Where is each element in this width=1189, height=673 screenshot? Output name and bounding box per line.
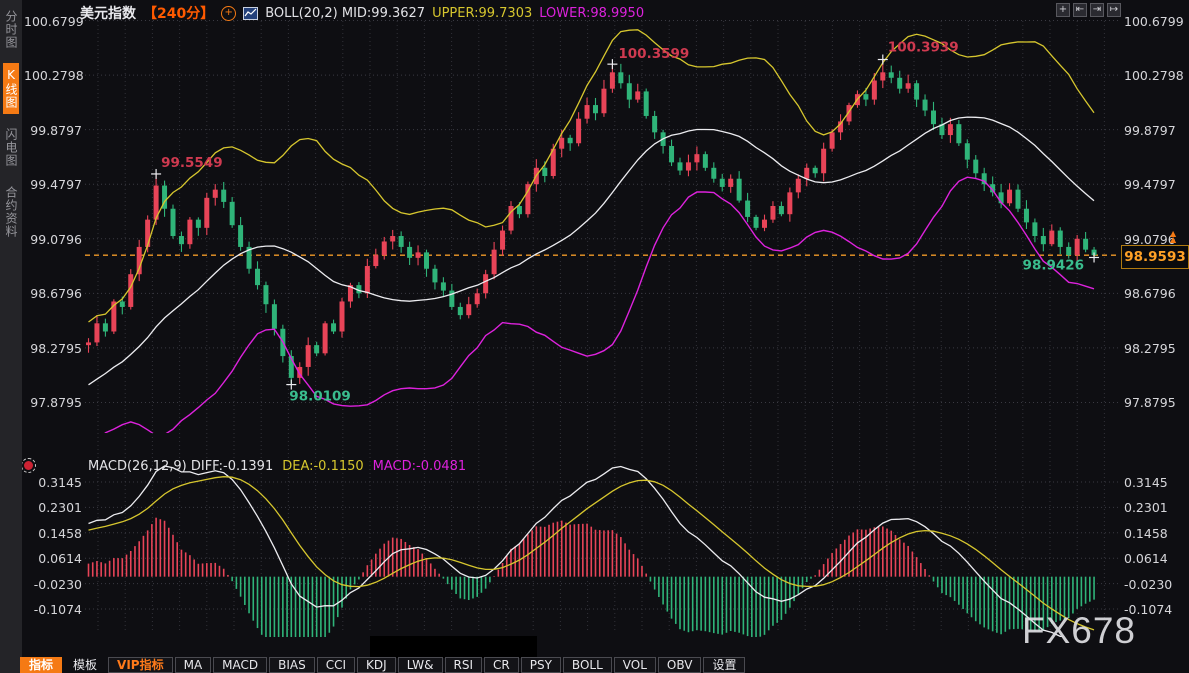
price-macd-chart[interactable]: 99.5549 100.3599 100.3939 98.0109 98.9426 (0, 0, 1189, 658)
toolbar-item-LW&[interactable]: LW& (398, 657, 443, 673)
axis-tick: 98.6796 (1124, 286, 1186, 301)
axis-tick: 99.8797 (24, 123, 82, 138)
axis-tick: 99.0796 (24, 232, 82, 247)
link-circle-icon[interactable]: + (221, 6, 236, 21)
toolbar-item-MA[interactable]: MA (175, 657, 212, 673)
toolbar-item-MACD[interactable]: MACD (213, 657, 267, 673)
axis-tick: 100.2798 (1124, 68, 1186, 83)
axis-tick: 0.0614 (1124, 551, 1186, 566)
toolbar-item-设置[interactable]: 设置 (703, 657, 745, 673)
zoom-in-x-button[interactable]: ⇤ (1073, 3, 1087, 17)
chart-type-sidebar: 分时图 K线图闪电图合约资料 (0, 0, 22, 673)
toolbar-item-指标[interactable]: 指标 (20, 657, 62, 673)
extreme-price-label: 100.3599 (618, 46, 689, 62)
symbol-title: 美元指数 (80, 3, 136, 23)
axis-tick: -0.0230 (1124, 577, 1186, 592)
timeframe-label: 【240分】 (143, 3, 214, 23)
axis-tick: 98.2795 (1124, 341, 1186, 356)
extreme-price-label: 98.9426 (1023, 257, 1085, 273)
toolbar-item-CR[interactable]: CR (484, 657, 519, 673)
indicator-dot-icon[interactable] (24, 461, 33, 470)
chart-header: 美元指数 【240分】 + BOLL(20,2) MID:99.3627 UPP… (80, 4, 644, 22)
toolbar-item-VOL[interactable]: VOL (614, 657, 656, 673)
indicator-toolbar: 指标模板VIP指标MAMACDBIASCCIKDJLW&RSICRPSYBOLL… (20, 657, 745, 673)
axis-tick: 99.4797 (24, 177, 82, 192)
extreme-price-label: 99.5549 (161, 155, 223, 171)
axis-tick: 0.3145 (24, 475, 82, 490)
axis-tick: 0.2301 (1124, 500, 1186, 515)
sidebar-item-flash-chart[interactable]: 闪电图 (3, 123, 19, 172)
current-price-badge: 98.9593 (1121, 245, 1189, 269)
boll-upper-readout: UPPER:99.7303 (432, 6, 532, 21)
price-up-arrows-icon: ▲▲ (1170, 231, 1176, 243)
toolbar-item-BIAS[interactable]: BIAS (269, 657, 315, 673)
axis-tick: 97.8795 (1124, 395, 1186, 410)
toolbar-item-KDJ[interactable]: KDJ (357, 657, 396, 673)
axis-tick: 100.2798 (24, 68, 82, 83)
toolbar-item-OBV[interactable]: OBV (658, 657, 702, 673)
crosshair-button[interactable]: + (1056, 3, 1070, 17)
zoom-out-x-button[interactable]: ⇥ (1090, 3, 1104, 17)
axis-tick: -0.0230 (24, 577, 82, 592)
toolbar-item-VIP指标[interactable]: VIP指标 (108, 657, 173, 673)
axis-tick: 98.6796 (24, 286, 82, 301)
axis-tick: 99.4797 (1124, 177, 1186, 192)
pan-right-button[interactable]: ↦ (1107, 3, 1121, 17)
indicator-chart-icon (243, 7, 258, 20)
axis-tick: 97.8795 (24, 395, 82, 410)
sidebar-item-contract-info[interactable]: 合约资料 (3, 181, 19, 243)
axis-tick: 0.3145 (1124, 475, 1186, 490)
toolbar-item-BOLL[interactable]: BOLL (563, 657, 612, 673)
boll-mid-readout: BOLL(20,2) MID:99.3627 (265, 6, 425, 21)
boll-lower-readout: LOWER:98.9950 (539, 6, 644, 21)
axis-tick: 99.8797 (1124, 123, 1186, 138)
axis-tick: 0.1458 (1124, 526, 1186, 541)
macd-diff-readout: MACD(26,12,9) DIFF:-0.1391 (88, 459, 273, 474)
axis-tick: 0.2301 (24, 500, 82, 515)
axis-tick: 100.6799 (1124, 14, 1186, 29)
macd-dea-readout: DEA:-0.1150 (282, 459, 363, 474)
toolbar-item-RSI[interactable]: RSI (445, 657, 483, 673)
chart-zoom-controls: +⇤⇥↦ (1056, 3, 1121, 17)
trading-terminal: 99.5549 100.3599 100.3939 98.0109 98.9426 分时… (0, 0, 1189, 673)
macd-header: MACD(26,12,9) DIFF:-0.1391 DEA:-0.1150 M… (88, 459, 466, 474)
extreme-price-label: 100.3939 (888, 40, 959, 56)
axis-tick: 98.2795 (24, 341, 82, 356)
extreme-price-label: 98.0109 (289, 389, 351, 405)
axis-tick: 100.6799 (24, 14, 82, 29)
macd-hist-readout: MACD:-0.0481 (373, 459, 467, 474)
toolbar-item-模板[interactable]: 模板 (64, 657, 106, 673)
sidebar-item-kline-chart[interactable]: K线图 (3, 63, 19, 114)
axis-tick: 0.0614 (24, 551, 82, 566)
sidebar-item-time-share-chart[interactable]: 分时图 (3, 5, 19, 54)
toolbar-item-CCI[interactable]: CCI (317, 657, 355, 673)
toolbar-item-PSY[interactable]: PSY (521, 657, 561, 673)
time-axis: 240分 ▲ 10/0810/1711/0511/1411/2412/03 (0, 636, 1189, 657)
axis-tick: 0.1458 (24, 526, 82, 541)
fx678-watermark: FX678 (1022, 610, 1136, 652)
axis-tick: -0.1074 (24, 602, 82, 617)
blacked-out-region (370, 636, 537, 658)
